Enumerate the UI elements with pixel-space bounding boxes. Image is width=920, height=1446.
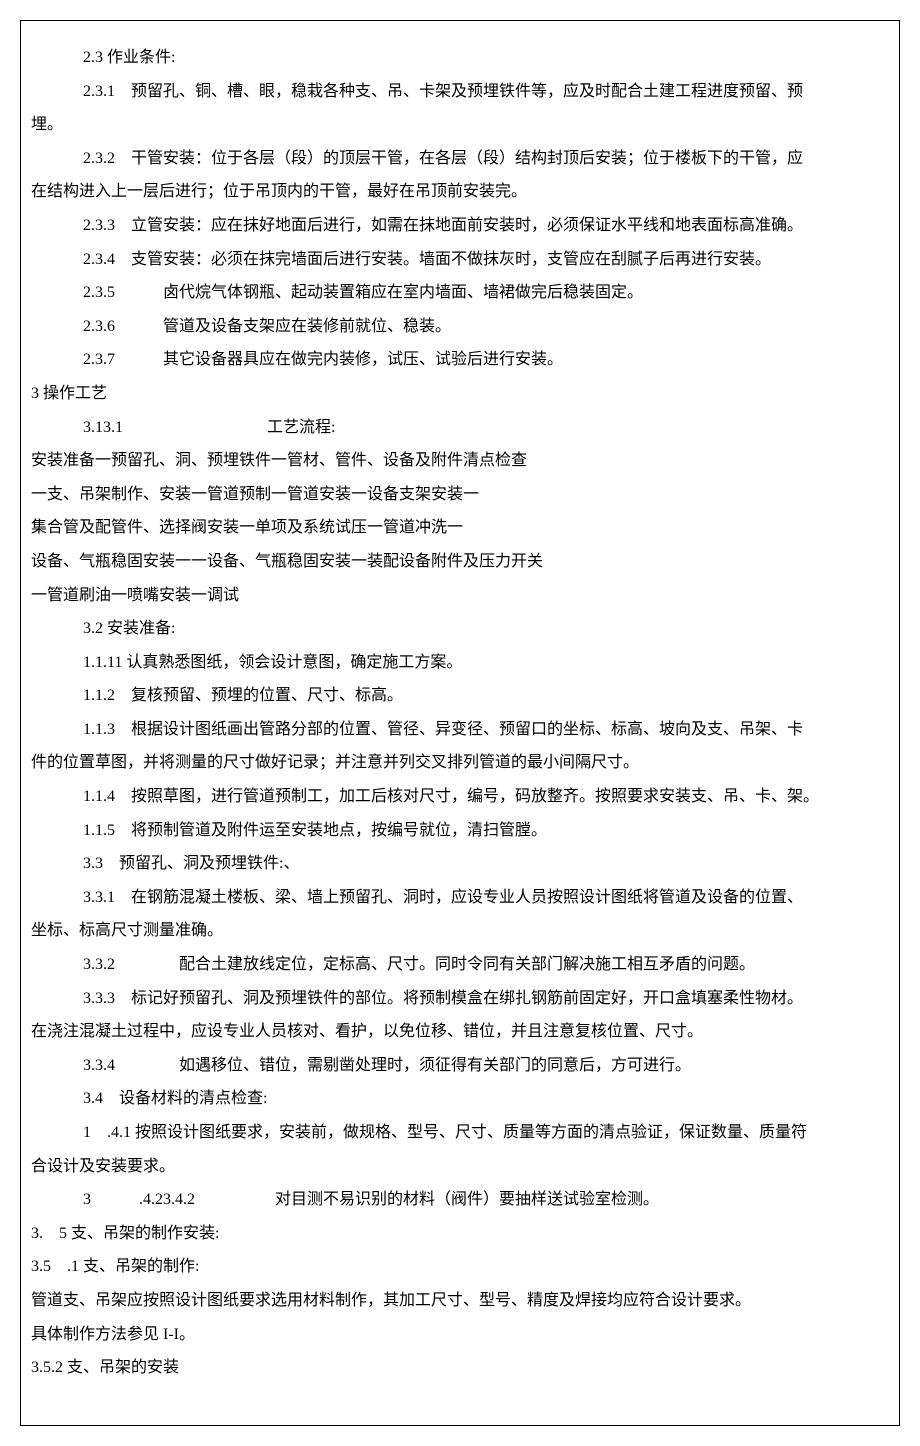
text-line: 一支、吊架制作、安装一管道预制一管道安装一设备支架安装一 [31,478,889,512]
text-line: 埋。 [31,108,889,142]
text-line: 3 操作工艺 [31,377,889,411]
text-line: 3.13.1 工艺流程: [31,411,889,445]
text-line: 2.3.1 预留孔、铜、槽、眼，稳栽各种支、吊、卡架及预埋铁件等，应及时配合土建… [31,75,889,109]
text-line: 3.3 预留孔、洞及预埋铁件:、 [31,847,889,881]
text-line: 1.1.4 按照草图，进行管道预制工，加工后核对尺寸，编号，码放整齐。按照要求安… [31,780,889,814]
text-line: 1.1.3 根据设计图纸画出管路分部的位置、管径、异变径、预留口的坐标、标高、坡… [31,713,889,747]
text-line: 2.3.4 支管安装：必须在抹完墙面后进行安装。墙面不做抹灰时，支管应在刮腻子后… [31,243,889,277]
text-line: 1.1.11 认真熟悉图纸，领会设计意图，确定施工方案。 [31,646,889,680]
text-line: 2.3.2 干管安装：位于各层（段）的顶层干管，在各层（段）结构封顶后安装；位于… [31,142,889,176]
text-line: 3.5 .1 支、吊架的制作: [31,1250,889,1284]
text-line: 3.3.1 在钢筋混凝土楼板、梁、墙上预留孔、洞时，应设专业人员按照设计图纸将管… [31,881,889,915]
text-line: 合设计及安装要求。 [31,1150,889,1184]
document-body: 2.3 作业条件:2.3.1 预留孔、铜、槽、眼，稳栽各种支、吊、卡架及预埋铁件… [31,41,889,1385]
text-line: 3 .4.23.4.2 对目测不易识别的材料（阀件）要抽样送试验室检测。 [31,1183,889,1217]
text-line: 3.2 安装准备: [31,612,889,646]
text-line: 具体制作方法参见 I-I。 [31,1318,889,1352]
text-line: 1.1.5 将预制管道及附件运至安装地点，按编号就位，清扫管膛。 [31,814,889,848]
text-line: 件的位置草图，并将测量的尺寸做好记录；并注意并列交叉排列管道的最小间隔尺寸。 [31,746,889,780]
text-line: 在浇注混凝土过程中，应设专业人员核对、看护，以免位移、错位，并且注意复核位置、尺… [31,1015,889,1049]
text-line: 3.5.2 支、吊架的安装 [31,1351,889,1385]
text-line: 3. 5 支、吊架的制作安装: [31,1217,889,1251]
text-line: 3.3.4 如遇移位、错位，需剔凿处理时，须征得有关部门的同意后，方可进行。 [31,1049,889,1083]
text-line: 1.1.2 复核预留、预埋的位置、尺寸、标高。 [31,679,889,713]
text-line: 1 .4.1 按照设计图纸要求，安装前，做规格、型号、尺寸、质量等方面的清点验证… [31,1116,889,1150]
text-line: 2.3.3 立管安装：应在抹好地面后进行，如需在抹地面前安装时，必须保证水平线和… [31,209,889,243]
text-line: 2.3.5 卤代烷气体钢瓶、起动装置箱应在室内墙面、墙裙做完后稳装固定。 [31,276,889,310]
text-line: 安装准备一预留孔、洞、预埋铁件一管材、管件、设备及附件清点检查 [31,444,889,478]
text-line: 坐标、标高尺寸测量准确。 [31,914,889,948]
text-line: 2.3 作业条件: [31,41,889,75]
document-page: 2.3 作业条件:2.3.1 预留孔、铜、槽、眼，稳栽各种支、吊、卡架及预埋铁件… [20,20,900,1426]
text-line: 3.3.3 标记好预留孔、洞及预埋铁件的部位。将预制模盒在绑扎钢筋前固定好，开口… [31,982,889,1016]
text-line: 3.4 设备材料的清点检查: [31,1082,889,1116]
text-line: 在结构进入上一层后进行；位于吊顶内的干管，最好在吊顶前安装完。 [31,175,889,209]
text-line: 2.3.6 管道及设备支架应在装修前就位、稳装。 [31,310,889,344]
text-line: 集合管及配管件、选择阀安装一单项及系统试压一管道冲洗一 [31,511,889,545]
text-line: 2.3.7 其它设备器具应在做完内装修，试压、试验后进行安装。 [31,343,889,377]
text-line: 设备、气瓶稳固安装一一设备、气瓶稳固安装一装配设备附件及压力开关 [31,545,889,579]
text-line: 一管道刷油一喷嘴安装一调试 [31,579,889,613]
text-line: 3.3.2 配合土建放线定位，定标高、尺寸。同时令同有关部门解决施工相互矛盾的问… [31,948,889,982]
